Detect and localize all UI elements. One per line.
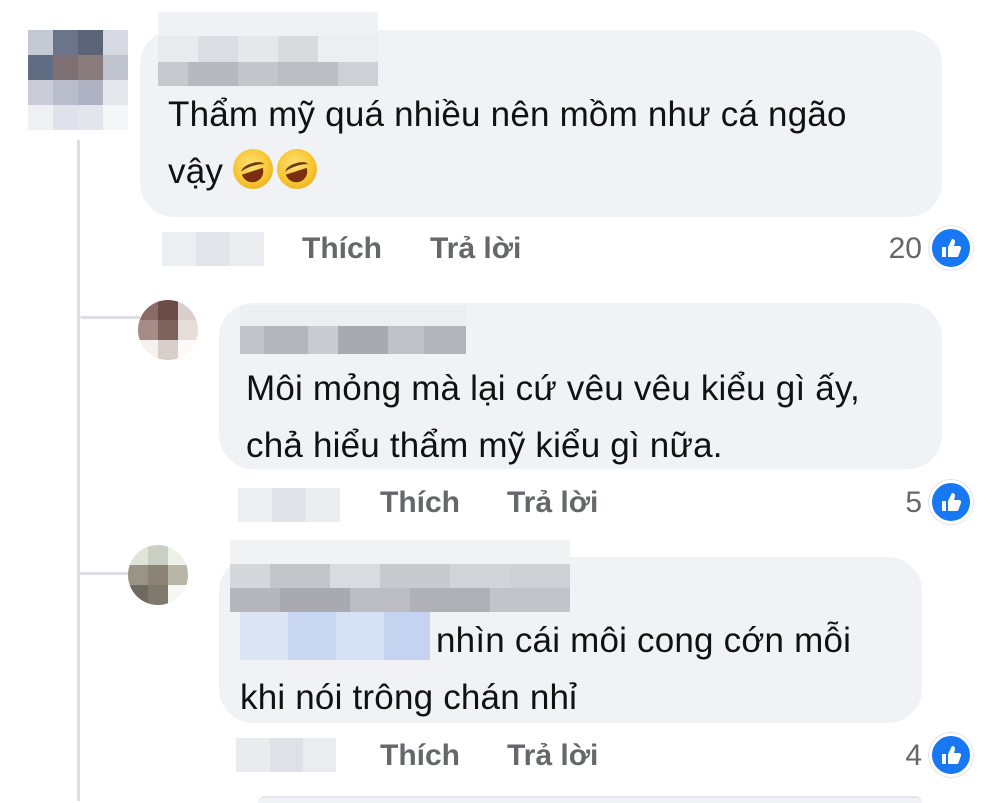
comment-text-line: vậy [168,143,928,200]
author-name[interactable] [240,306,466,354]
comment-text-line: khi nói trông chán nhỉ [240,678,578,717]
author-name[interactable] [158,12,378,86]
like-icon[interactable] [929,226,973,270]
comment-text-line: Môi mỏng mà lại cứ vêu vêu kiểu gì ấy, [246,369,860,408]
thread-line-branch-1 [80,316,140,319]
like-button[interactable]: Thích [380,483,460,523]
timestamp[interactable] [236,738,336,772]
avatar[interactable] [28,30,128,130]
reaction-count[interactable]: 5 [860,483,922,523]
reply-button[interactable]: Trả lời [507,736,598,776]
comment-text-line: chả hiểu thẩm mỹ kiểu gì nữa. [246,426,723,465]
author-name[interactable] [230,540,570,612]
reply-button[interactable]: Trả lời [430,229,521,269]
comment-bubble-partial [258,796,922,803]
reaction-count[interactable]: 4 [860,736,922,776]
rolling-on-floor-laughing-icon [277,149,318,189]
thread-line-branch-2 [80,572,130,575]
like-icon[interactable] [929,733,973,777]
like-icon[interactable] [929,480,973,524]
reaction-count[interactable]: 20 [860,229,922,269]
mentioned-user[interactable] [240,612,430,660]
avatar[interactable] [128,545,188,605]
timestamp[interactable] [162,232,264,266]
comment-text: Thẩm mỹ quá nhiều nên mồm như cá ngão vậ… [168,86,928,200]
like-button[interactable]: Thích [302,229,382,269]
reply-button[interactable]: Trả lời [507,483,598,523]
rolling-on-floor-laughing-icon [233,149,274,189]
like-button[interactable]: Thích [380,736,460,776]
comment-text-line: Thẩm mỹ quá nhiều nên mồm như cá ngão [168,95,847,134]
comment-text: Môi mỏng mà lại cứ vêu vêu kiểu gì ấy, c… [246,360,936,474]
avatar[interactable] [138,300,198,360]
comment-text: nhìn cái môi cong cớn mỗi khi nói trông … [240,612,910,726]
comment-text-line: nhìn cái môi cong cớn mỗi [240,612,910,669]
timestamp[interactable] [238,488,340,522]
thread-line-vertical [77,140,80,801]
